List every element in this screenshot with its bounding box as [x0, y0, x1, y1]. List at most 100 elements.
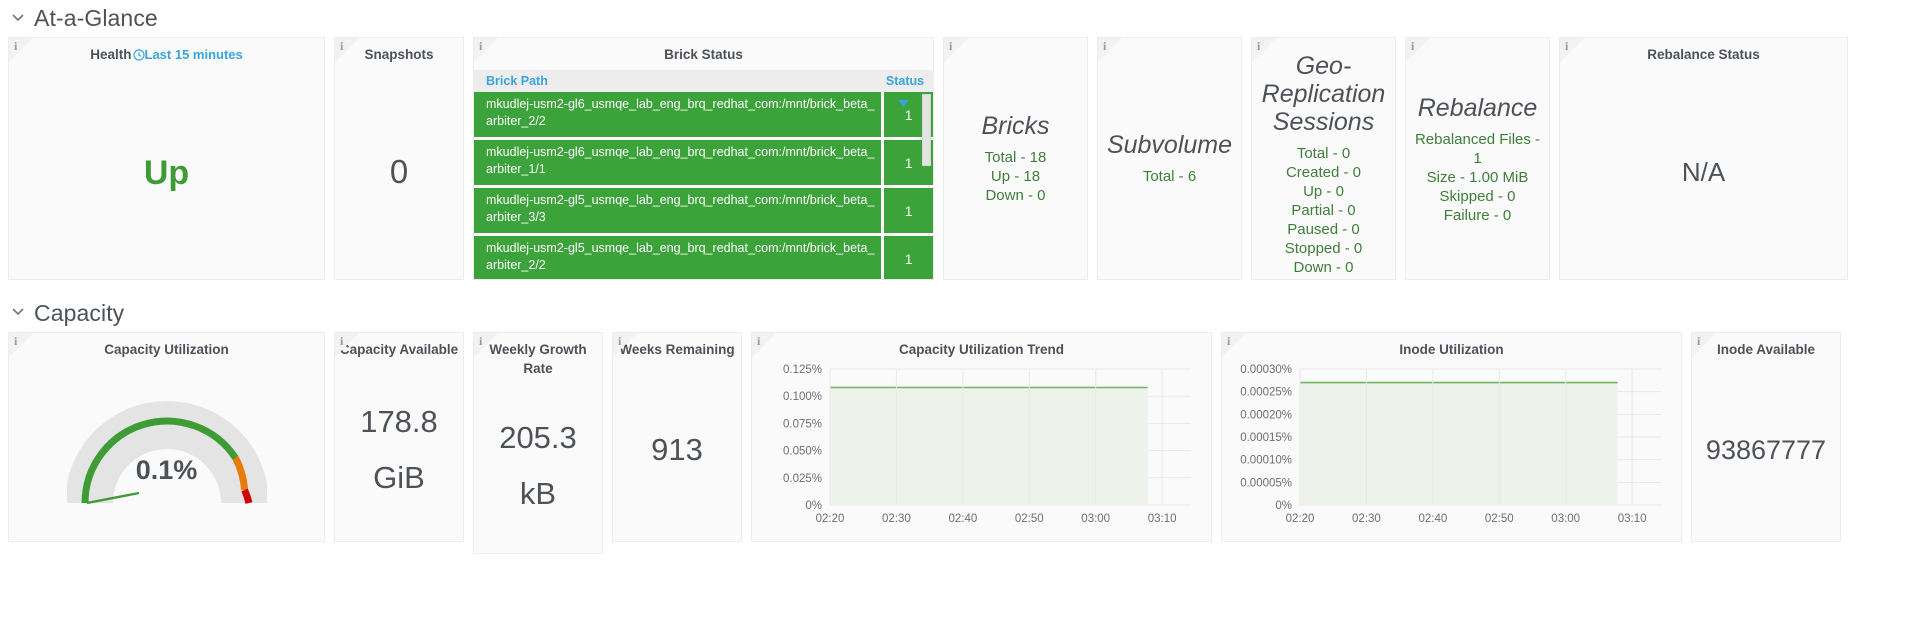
- y-axis-tick-label: 0.075%: [783, 418, 822, 430]
- stat-line: Size - 1.00 MiB: [1426, 169, 1529, 186]
- column-header-brick-path[interactable]: Brick Path: [474, 74, 877, 88]
- info-icon[interactable]: i: [1692, 333, 1718, 359]
- panel-geo-replication-sessions[interactable]: i Geo-Replication Sessions Total - 0 Crea…: [1251, 37, 1396, 280]
- info-icon[interactable]: i: [944, 38, 970, 64]
- panel-brick-status[interactable]: i Brick Status Brick Path Status mkudlej…: [473, 37, 934, 280]
- health-timespan: Last 15 minutes: [144, 47, 243, 62]
- info-icon[interactable]: i: [9, 333, 35, 359]
- cell-status: 1: [884, 188, 933, 233]
- info-icon[interactable]: i: [9, 38, 35, 64]
- x-axis-tick-label: 03:00: [1551, 513, 1580, 525]
- inode-available-value: 93867777: [1705, 435, 1827, 465]
- value-number: 205.3: [499, 419, 577, 455]
- panel-title-rebalance-status: Rebalance Status: [1647, 47, 1760, 62]
- capacity-row: i Capacity Utilization 0.1% i Capacity A…: [0, 332, 1910, 554]
- stat-line: Up - 0: [1303, 183, 1344, 200]
- info-icon[interactable]: i: [335, 38, 361, 64]
- section-header-at-a-glance[interactable]: At-a-Glance: [0, 0, 1910, 37]
- sort-ascending-icon[interactable]: [898, 94, 909, 112]
- panel-rebalance[interactable]: i Rebalance Rebalanced Files - 1 Size - 1…: [1405, 37, 1550, 280]
- panel-title-subvolume: Subvolume: [1106, 131, 1233, 159]
- clock-icon: [132, 47, 145, 66]
- table-row[interactable]: mkudlej-usm2-gl6_usmqe_lab_eng_brq_redha…: [474, 92, 933, 137]
- y-axis-tick-label: 0.025%: [783, 473, 822, 485]
- chevron-down-icon[interactable]: [11, 304, 25, 318]
- x-axis-tick-label: 03:00: [1081, 513, 1110, 525]
- info-icon[interactable]: i: [1252, 38, 1278, 64]
- y-axis-tick-label: 0.00030%: [1240, 364, 1292, 376]
- panel-title-bricks: Bricks: [981, 112, 1050, 140]
- table-row[interactable]: mkudlej-usm2-gl5_usmqe_lab_eng_brq_redha…: [474, 236, 933, 279]
- info-icon[interactable]: i: [474, 38, 500, 64]
- chart-svg: 0% 0.00005% 0.00010% 0.00015% 0.00020% 0.0002…: [1240, 364, 1661, 525]
- stat-line: Partial - 0: [1291, 202, 1356, 219]
- stat-line: Paused - 0: [1287, 221, 1360, 238]
- stat-line: Total - 0: [1296, 145, 1351, 162]
- panel-capacity-available[interactable]: i Capacity Available 178.8 GiB: [334, 332, 464, 542]
- cell-brick-path: mkudlej-usm2-gl5_usmqe_lab_eng_brq_redha…: [474, 188, 882, 233]
- info-icon[interactable]: i: [1098, 38, 1124, 64]
- rebalance-status-value: N/A: [1681, 156, 1726, 187]
- x-axis-tick-label: 02:30: [1352, 513, 1381, 525]
- cell-status: 1: [884, 236, 933, 279]
- stat-line: Rebalanced Files - 1: [1414, 131, 1541, 167]
- capacity-utilization-value: 0.1%: [135, 455, 198, 485]
- snapshots-value: 0: [389, 152, 409, 190]
- table-scrollbar[interactable]: [922, 94, 931, 166]
- y-axis-tick-label: 0.00025%: [1240, 387, 1292, 399]
- info-icon[interactable]: i: [752, 333, 778, 359]
- panel-title-brick-status: Brick Status: [664, 47, 743, 62]
- stat-line: Down - 0: [985, 187, 1046, 204]
- stat-line: Skipped - 0: [1439, 188, 1516, 205]
- value-number: 178.8: [360, 404, 438, 439]
- panel-weeks-remaining[interactable]: i Weeks Remaining 913: [612, 332, 742, 542]
- brick-status-table[interactable]: Brick Path Status mkudlej-usm2-gl6_usmqe…: [474, 70, 933, 279]
- panel-bricks[interactable]: i Bricks Total - 18 Up - 18 Down - 0: [943, 37, 1088, 280]
- subvolume-stat-lines: Total - 6: [1143, 167, 1196, 186]
- stat-line: Total - 18: [984, 149, 1047, 166]
- column-header-status[interactable]: Status: [877, 74, 933, 88]
- chevron-down-icon[interactable]: [11, 10, 25, 24]
- table-row[interactable]: mkudlej-usm2-gl6_usmqe_lab_eng_brq_redha…: [474, 140, 933, 185]
- info-icon[interactable]: i: [1560, 38, 1586, 64]
- section-title: At-a-Glance: [34, 5, 158, 31]
- inode-utilization-chart[interactable]: 0% 0.00005% 0.00010% 0.00015% 0.00020% 0.0002…: [1222, 359, 1681, 541]
- panel-inode-available[interactable]: i Inode Available 93867777: [1691, 332, 1841, 542]
- x-axis-tick-label: 02:50: [1015, 513, 1044, 525]
- panel-inode-utilization[interactable]: i Inode Utilization 0% 0.00005% 0.00010% 0.…: [1221, 332, 1682, 542]
- dashboard-page: At-a-Glance i Health Last 15 minutes Up i…: [0, 0, 1910, 622]
- info-icon[interactable]: i: [613, 333, 639, 359]
- panel-weekly-growth-rate[interactable]: i Weekly Growth Rate 205.3 kB: [473, 332, 603, 554]
- section-header-capacity[interactable]: Capacity: [0, 294, 1910, 332]
- info-icon[interactable]: i: [1406, 38, 1432, 64]
- stat-line: Failure - 0: [1443, 207, 1512, 224]
- panel-title-capacity-trend: Capacity Utilization Trend: [898, 342, 1065, 357]
- y-axis-tick-label: 0.100%: [783, 391, 822, 403]
- panel-capacity-utilization-trend[interactable]: i Capacity Utilization Trend 0% 0.025% 0.0…: [751, 332, 1212, 542]
- x-axis-tick-label: 02:20: [1286, 513, 1315, 525]
- table-row[interactable]: mkudlej-usm2-gl5_usmqe_lab_eng_brq_redha…: [474, 188, 933, 233]
- panel-title-capacity-utilization: Capacity Utilization: [104, 342, 229, 357]
- table-header-row: Brick Path Status: [474, 70, 933, 92]
- panel-subvolume[interactable]: i Subvolume Total - 6: [1097, 37, 1242, 280]
- value-unit: kB: [519, 475, 557, 511]
- capacity-trend-chart[interactable]: 0% 0.025% 0.050% 0.075% 0.100% 0.125% 02:20 02:…: [752, 359, 1211, 541]
- panel-snapshots[interactable]: i Snapshots 0: [334, 37, 464, 280]
- value-unit: GiB: [373, 460, 425, 495]
- cell-brick-path: mkudlej-usm2-gl5_usmqe_lab_eng_brq_redha…: [474, 236, 882, 279]
- at-a-glance-row: i Health Last 15 minutes Up i Snapshots 0…: [0, 37, 1910, 280]
- chart-svg: 0% 0.025% 0.050% 0.075% 0.100% 0.125% 02:20 02:…: [783, 364, 1191, 525]
- y-axis-tick-label: 0.00020%: [1240, 409, 1292, 421]
- weekly-growth-rate-value: 205.3 kB: [474, 378, 602, 553]
- panel-rebalance-status[interactable]: i Rebalance Status N/A: [1559, 37, 1848, 280]
- x-axis-tick-label: 03:10: [1618, 513, 1647, 525]
- stat-line: Up - 18: [990, 168, 1041, 185]
- info-icon[interactable]: i: [474, 333, 500, 359]
- gauge-svg: [66, 401, 267, 505]
- panel-health[interactable]: i Health Last 15 minutes Up: [8, 37, 325, 280]
- x-axis-tick-label: 02:50: [1485, 513, 1514, 525]
- health-value: Up: [143, 153, 190, 192]
- info-icon[interactable]: i: [335, 333, 361, 359]
- info-icon[interactable]: i: [1222, 333, 1248, 359]
- panel-capacity-utilization[interactable]: i Capacity Utilization 0.1%: [8, 332, 325, 542]
